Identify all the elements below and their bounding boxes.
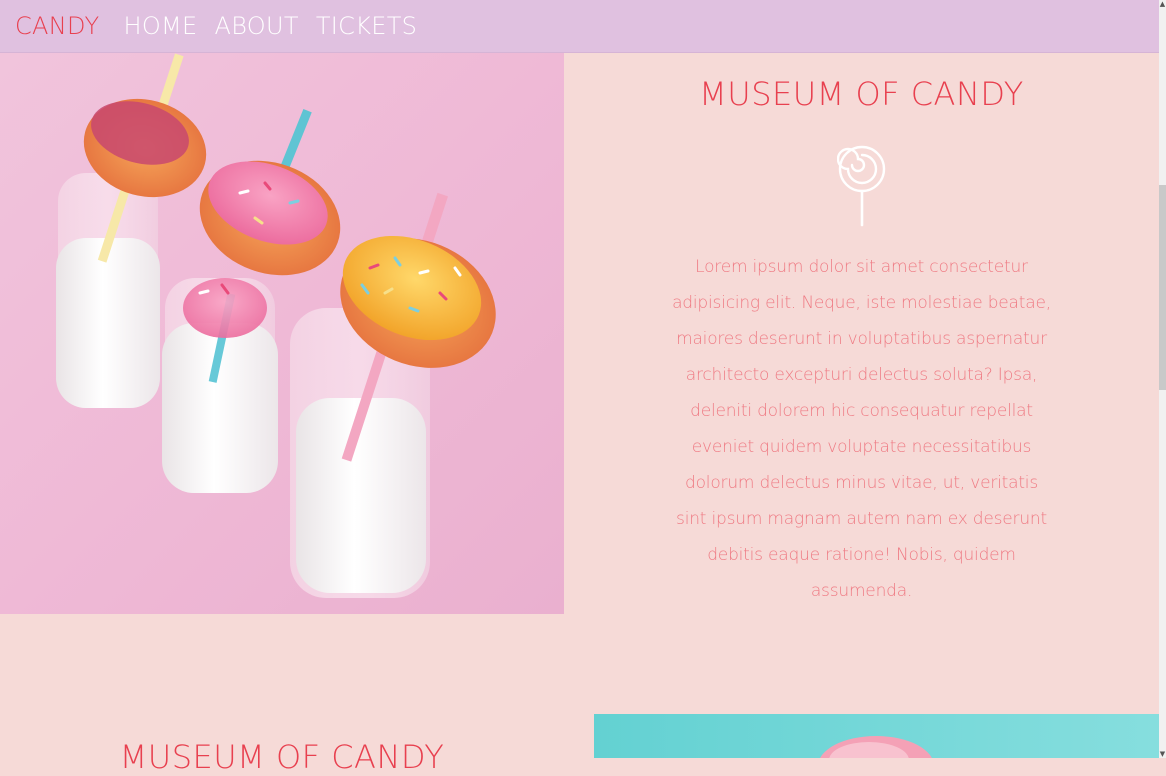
hero-image: [0, 53, 564, 614]
nav-link-home[interactable]: HOME: [123, 12, 197, 40]
section-two-title: MUSEUM OF CANDY: [119, 738, 445, 776]
scroll-down-arrow-icon[interactable]: ▼: [1159, 750, 1166, 758]
nav-link-about[interactable]: ABOUT: [214, 12, 298, 40]
brand-logo-link[interactable]: CANDY: [15, 12, 99, 40]
vertical-scrollbar[interactable]: ▲ ▼: [1159, 0, 1166, 758]
scrollbar-thumb[interactable]: [1159, 185, 1166, 390]
navbar: CANDY HOME ABOUT TICKETS: [0, 0, 1159, 53]
nav-links: HOME ABOUT TICKETS: [123, 12, 434, 40]
hero-content: MUSEUM OF CANDY Lorem ipsum dolor sit am…: [564, 53, 1159, 614]
nav-link-tickets[interactable]: TICKETS: [316, 12, 417, 40]
scroll-up-arrow-icon[interactable]: ▲: [1159, 0, 1166, 8]
hero-description: Lorem ipsum dolor sit amet consectetur a…: [672, 257, 1051, 601]
section-two-image: [594, 714, 1159, 758]
hero-title: MUSEUM OF CANDY: [699, 75, 1024, 113]
lollipop-icon: [836, 145, 885, 227]
